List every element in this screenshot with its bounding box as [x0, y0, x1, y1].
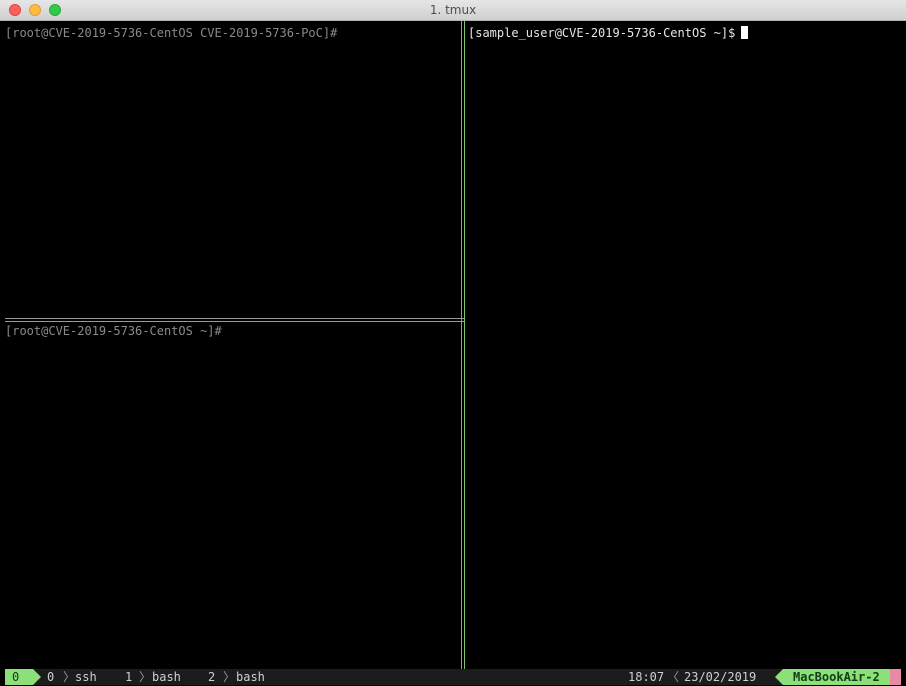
- chevron-right-icon: 〉: [63, 670, 76, 684]
- active-pane-border: [464, 21, 465, 669]
- tmux-pane-top-left[interactable]: [root@CVE-2019-5736-CentOS CVE-2019-5736…: [5, 26, 460, 309]
- shell-prompt: [root@CVE-2019-5736-CentOS CVE-2019-5736…: [5, 26, 338, 40]
- chevron-right-icon: 〉: [139, 670, 152, 684]
- prompt-text: [sample_user@CVE-2019-5736-CentOS ~]$: [468, 26, 736, 40]
- chevron-right-icon: 〉: [223, 670, 236, 684]
- shell-prompt-active: [sample_user@CVE-2019-5736-CentOS ~]$: [468, 26, 901, 40]
- window-title: 1. tmux: [429, 3, 477, 17]
- window-index: 2: [208, 670, 216, 684]
- status-time: 18:07: [628, 670, 665, 684]
- window-titlebar: 1. tmux: [0, 0, 906, 21]
- pane-divider-vertical[interactable]: [461, 21, 462, 669]
- session-arrow-icon: [33, 669, 41, 685]
- host-arrow-icon: [775, 669, 783, 685]
- window-index: 0: [47, 670, 55, 684]
- window-tab-ssh[interactable]: ssh: [75, 669, 97, 685]
- window-tab-bash-1[interactable]: bash: [152, 669, 181, 685]
- shell-prompt: [root@CVE-2019-5736-CentOS ~]#: [5, 324, 222, 338]
- terminal-area[interactable]: [root@CVE-2019-5736-CentOS CVE-2019-5736…: [0, 21, 906, 686]
- pane-divider-horizontal[interactable]: [5, 318, 464, 319]
- pane-divider-horizontal-inner: [5, 321, 464, 322]
- tmux-pane-bottom-left[interactable]: [root@CVE-2019-5736-CentOS ~]#: [5, 324, 460, 666]
- status-end-accent: [890, 669, 901, 685]
- window-tab-bash-2[interactable]: bash: [236, 669, 265, 685]
- window-index: 1: [125, 670, 133, 684]
- tmux-pane-right-active[interactable]: [sample_user@CVE-2019-5736-CentOS ~]$: [468, 26, 901, 666]
- status-hostname: MacBookAir-2: [783, 669, 890, 685]
- session-index[interactable]: 0: [5, 669, 33, 685]
- text-cursor: [741, 26, 749, 39]
- status-date: 23/02/2019: [684, 670, 757, 684]
- chevron-left-icon: 〈: [667, 670, 680, 684]
- tmux-status-bar: 0 0 〉 ssh 1 〉 bash 2 〉 bash 18:07 〈 23/0…: [5, 669, 901, 685]
